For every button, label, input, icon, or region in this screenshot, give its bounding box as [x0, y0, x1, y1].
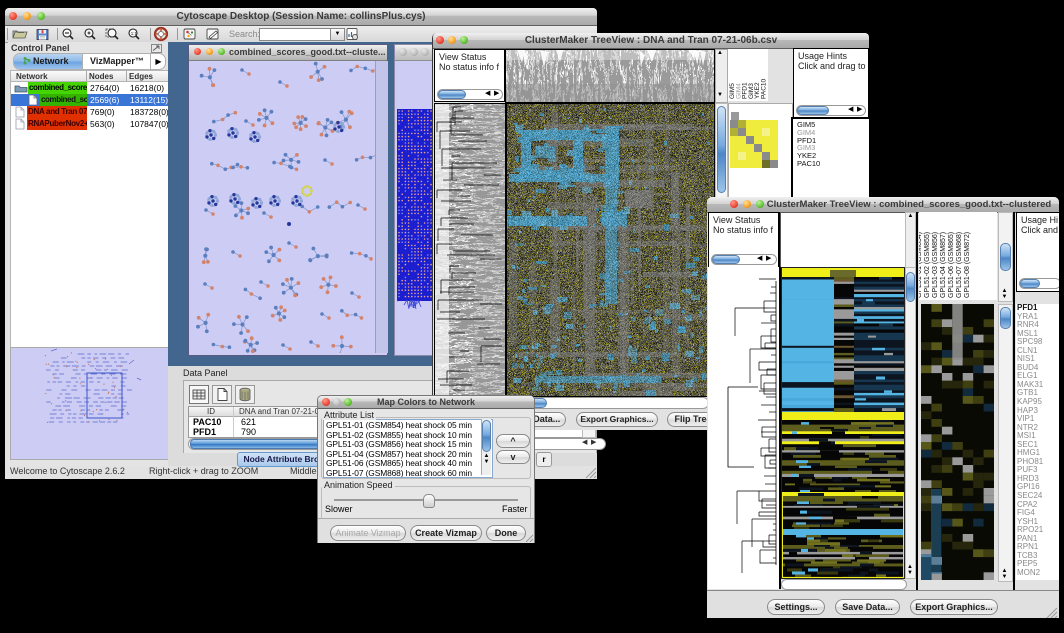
svg-text:GPL51-02 (GSM855): GPL51-02 (GSM855) — [924, 232, 931, 298]
svg-text:1:1: 1:1 — [131, 31, 138, 36]
svg-text:PAC10: PAC10 — [761, 79, 768, 99]
svg-text:GPL51-04 (GSM857): GPL51-04 (GSM857) — [940, 232, 947, 298]
svg-text:GPL51-07 (GSM868): GPL51-07 (GSM868) — [956, 232, 963, 298]
svg-text:GPL51-03 (GSM856): GPL51-03 (GSM856) — [932, 232, 939, 298]
svg-text:GPL51-06 (GSM865): GPL51-06 (GSM865) — [948, 232, 955, 298]
svg-text:GPL51-08 (GSM872): GPL51-08 (GSM872) — [964, 232, 971, 298]
svg-text:GPL51-01 (GSM854): GPL51-01 (GSM854) — [919, 232, 923, 298]
